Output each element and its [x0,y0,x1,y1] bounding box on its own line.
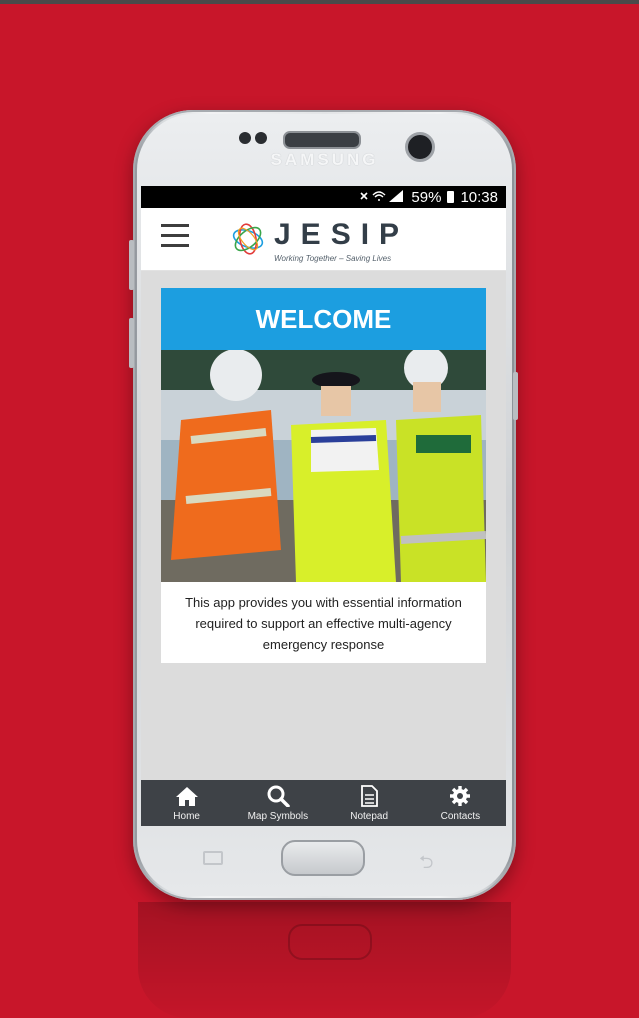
battery-icon [447,191,455,203]
logo-wordmark: JESIP [274,218,410,251]
welcome-title: WELCOME [161,288,486,350]
sensor-dots [239,132,267,146]
tab-label: Map Symbols [247,811,309,822]
tab-label: Notepad [350,811,389,822]
responders-photo [161,350,486,582]
earpiece-speaker [283,131,361,149]
search-icon [267,785,290,807]
battery-percent: 59% [411,188,442,206]
gear-icon [450,786,471,806]
clock: 10:38 [460,188,498,206]
phone-brand: SAMSUNG [270,150,379,169]
recents-key-icon[interactable] [203,851,223,865]
power-button[interactable] [513,372,518,420]
main-content: WELCOME This app provides you with essen… [141,271,506,780]
tab-contacts[interactable]: Contacts [415,780,506,826]
tab-label: Contacts [440,811,481,822]
home-hardware-button[interactable] [281,840,365,876]
back-key-icon[interactable]: ⮌ [419,850,433,880]
responders-illustration [161,350,486,582]
app-bar: JESIP Working Together – Saving Lives [141,208,506,271]
jesip-logo-icon [232,223,264,255]
tab-map-symbols[interactable]: Map Symbols [232,780,323,826]
volume-button-lower[interactable] [129,318,134,368]
welcome-card[interactable]: WELCOME This app provides you with essen… [161,288,486,663]
phone-screen: 59% 10:38 JESIP Working Together – Savin… [141,186,506,826]
home-icon [175,787,198,806]
signal-icons [360,189,404,202]
logo-tagline: Working Together – Saving Lives [274,254,392,263]
document-icon [361,785,379,807]
tab-home[interactable]: Home [141,780,232,826]
status-bar: 59% 10:38 [141,186,506,208]
tab-label: Home [173,811,200,822]
volume-button[interactable] [129,240,134,290]
welcome-description: This app provides you with essential inf… [185,595,462,652]
hamburger-icon[interactable] [161,224,189,248]
top-edge-bar [0,0,639,4]
phone-reflection [138,902,511,1018]
status-icons [359,189,405,206]
tab-notepad[interactable]: Notepad [324,780,415,826]
bottom-tab-bar: Home Map Symbols Notepad Contacts [141,780,506,826]
reflection-home-button [288,924,372,960]
